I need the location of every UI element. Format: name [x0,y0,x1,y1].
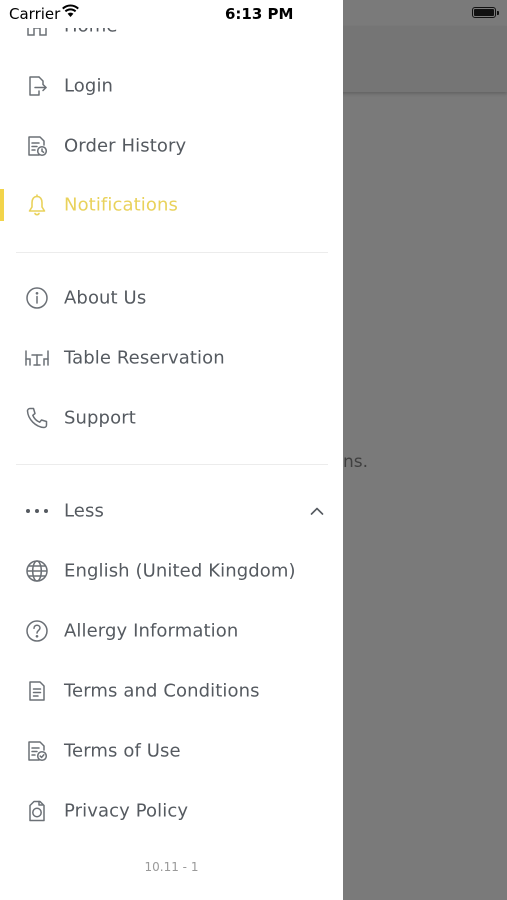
menu-divider [16,464,328,465]
menu-toggle-less[interactable]: Less [0,483,343,539]
background-partial-text: ns. [343,452,369,472]
document-check-icon [24,738,50,764]
menu-item-notifications[interactable]: Notifications [0,177,343,233]
app-version: 10.11 - 1 [144,860,199,874]
globe-icon [24,558,50,584]
menu-item-label: Notifications [64,194,178,216]
info-icon [24,285,50,311]
question-icon [24,618,50,644]
navigation-drawer: Home Carrier 6:13 PM Login [0,0,343,900]
menu-item-label: Privacy Policy [64,800,189,822]
menu-item-allergy-information[interactable]: Allergy Information [0,603,343,659]
menu-item-label: Terms and Conditions [64,680,260,702]
menu-item-label: Less [64,500,104,522]
menu-item-label: Table Reservation [64,347,225,369]
menu-item-label: Login [64,75,114,97]
menu-item-login[interactable]: Login [0,58,343,114]
menu-item-terms-and-conditions[interactable]: Terms and Conditions [0,663,343,719]
status-bar: Carrier 6:13 PM [0,0,343,28]
battery-icon [472,7,499,18]
bell-icon [24,192,50,218]
menu-item-support[interactable]: Support [0,390,343,446]
more-dots-icon [24,498,50,524]
menu-item-about-us[interactable]: About Us [0,270,343,326]
menu-item-language[interactable]: English (United Kingdom) [0,543,343,599]
menu-item-label: About Us [64,287,147,309]
menu-item-label: English (United Kingdom) [64,560,296,582]
menu-divider [16,252,328,253]
table-reservation-icon [24,345,50,371]
wifi-icon [61,4,80,18]
carrier-label: Carrier [9,5,61,23]
chevron-up-icon [310,507,324,516]
menu-item-order-history[interactable]: Order History [0,118,343,174]
login-icon [24,73,50,99]
menu-item-label: Terms of Use [64,740,181,762]
menu-item-label: Allergy Information [64,620,239,642]
menu-item-privacy-policy[interactable]: Privacy Policy [0,783,343,839]
menu-item-table-reservation[interactable]: Table Reservation [0,330,343,386]
order-history-icon [24,133,50,159]
phone-icon [24,405,50,431]
clock: 6:13 PM [225,5,294,23]
menu-item-label: Order History [64,135,187,157]
document-icon [24,678,50,704]
menu-item-terms-of-use[interactable]: Terms of Use [0,723,343,779]
menu-item-label: Support [64,407,136,429]
privacy-icon [24,798,50,824]
